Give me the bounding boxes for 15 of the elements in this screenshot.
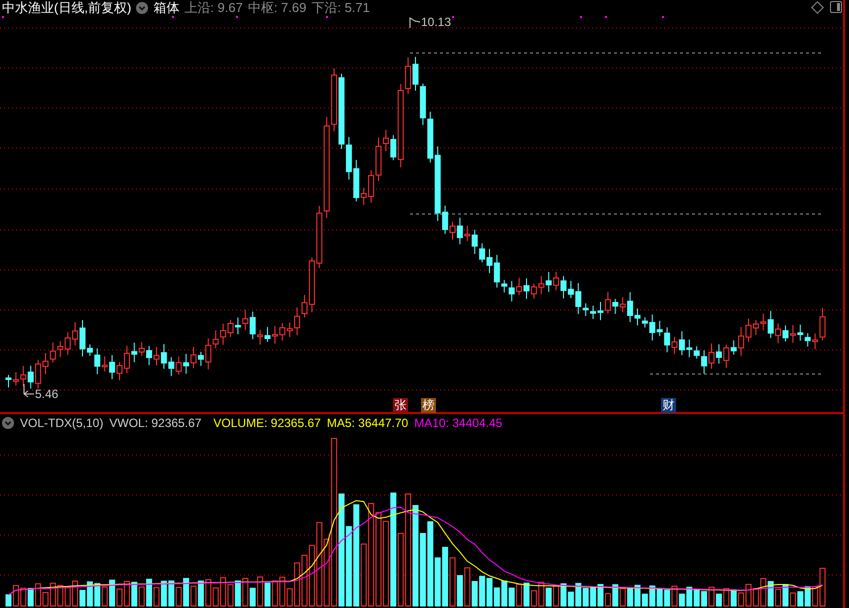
event-badge: 张 <box>393 398 408 413</box>
event-badge: 榜 <box>421 398 436 413</box>
event-badge: 财 <box>661 398 676 413</box>
indicator-reading: MA5: 36447.70 <box>326 416 408 430</box>
low-price-label: 5.46 <box>35 387 58 401</box>
high-price-label: 10.13 <box>421 15 452 29</box>
indicator-reading: VWOL: 92365.67 <box>109 416 202 430</box>
indicator-name: VOL-TDX(5,10) <box>20 416 104 430</box>
indicator-name[interactable]: 箱体 <box>153 0 180 15</box>
box-stat: 上沿: 9.67 <box>184 0 243 15</box>
box-stat: 下沿: 5.71 <box>311 0 370 15</box>
stock-title: 中水渔业(日线,前复权) <box>2 0 132 15</box>
box-stat: 中枢: 7.69 <box>248 0 306 15</box>
indicator-reading: VOLUME: 92365.67 <box>213 416 321 430</box>
indicator-reading: MA10: 34404.45 <box>414 416 502 430</box>
